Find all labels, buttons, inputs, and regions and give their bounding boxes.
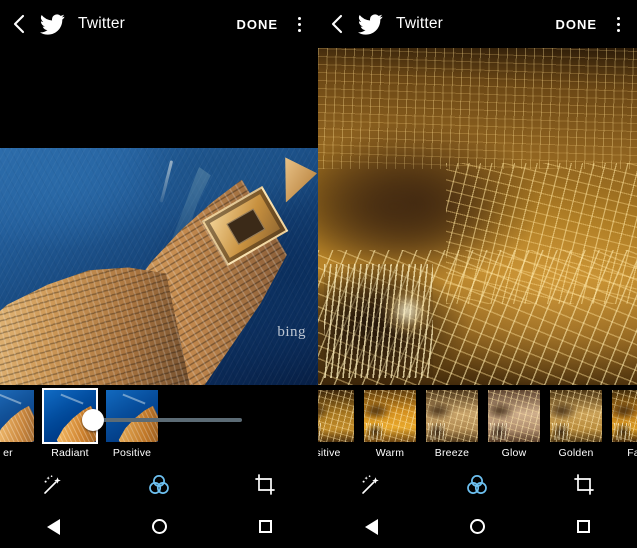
right-edit-toolbar: [318, 465, 637, 505]
filter-thumbnail[interactable]: Glow: [488, 390, 540, 459]
home-nav-button[interactable]: [424, 519, 530, 534]
twitter-bird-icon: [36, 11, 68, 37]
thumb-preview: [612, 390, 637, 442]
filter-thumbnail-image: [550, 390, 602, 442]
filter-thumbnail[interactable]: Golden: [550, 390, 602, 459]
back-nav-button[interactable]: [0, 518, 106, 535]
filter-thumbnail[interactable]: sitive: [318, 390, 354, 459]
slider-track: [96, 418, 242, 422]
enhance-tool-button[interactable]: [0, 465, 106, 505]
back-nav-button[interactable]: [318, 518, 424, 535]
filter-label: sitive: [318, 447, 341, 459]
app-title: Twitter: [396, 15, 444, 32]
thumb-preview: [0, 390, 34, 442]
filter-label: er: [3, 447, 13, 459]
dual-screenshot-comparison: Twitter DONE bing er Radiant Positive Tw…: [0, 0, 637, 548]
thumb-preview: [364, 390, 416, 442]
filter-thumbnail-image: [426, 390, 478, 442]
overflow-menu-icon[interactable]: [286, 9, 312, 39]
back-chevron-icon[interactable]: [324, 11, 350, 37]
left-photo-stage: bing: [0, 148, 318, 385]
bing-watermark: bing: [277, 324, 306, 340]
right-android-navbar: [318, 505, 637, 548]
filter-label: Positive: [112, 447, 152, 459]
left-android-navbar: [0, 505, 318, 548]
thumb-preview: [318, 390, 354, 442]
recents-nav-button[interactable]: [531, 520, 637, 533]
overflow-menu-icon[interactable]: [605, 9, 631, 39]
slider-thumb[interactable]: [82, 409, 104, 431]
filter-label: Warm: [375, 447, 405, 459]
filter-thumbnail[interactable]: Breeze: [426, 390, 478, 459]
city-core-glow: [381, 283, 433, 338]
filter-thumbnail-image: [488, 390, 540, 442]
left-screenshot-panel: Twitter DONE bing er Radiant Positive: [0, 0, 318, 548]
app-title: Twitter: [78, 15, 126, 32]
filter-thumbnail[interactable]: er: [0, 390, 34, 459]
recents-nav-button[interactable]: [212, 520, 318, 533]
left-app-bar: Twitter DONE: [0, 0, 318, 48]
done-button[interactable]: DONE: [228, 11, 286, 38]
enhance-tool-button[interactable]: [318, 465, 424, 505]
right-screenshot-panel: Twitter DONE sitive Warm Breeze Glow Golden F…: [318, 0, 637, 548]
thumb-preview: [488, 390, 540, 442]
twitter-bird-icon: [354, 11, 386, 37]
filter-thumbnail[interactable]: Warm: [364, 390, 416, 459]
filter-label: Fam: [627, 447, 637, 459]
right-app-bar: Twitter DONE: [318, 0, 637, 48]
aerial-coastal-town-photo: [0, 148, 318, 385]
back-chevron-icon[interactable]: [6, 11, 32, 37]
filter-label: Golden: [558, 447, 594, 459]
filter-thumbnail-image: [364, 390, 416, 442]
done-button[interactable]: DONE: [547, 11, 605, 38]
filter-label: Glow: [501, 447, 527, 459]
crop-tool-button[interactable]: [531, 465, 637, 505]
filter-label: Breeze: [434, 447, 470, 459]
aerial-night-cityscape-photo: [318, 48, 637, 385]
home-nav-button[interactable]: [106, 519, 212, 534]
filters-tool-button[interactable]: [424, 465, 530, 505]
left-slider-overlay: er Radiant Positive: [0, 385, 318, 465]
filter-intensity-slider[interactable]: [82, 406, 242, 434]
filters-tool-button[interactable]: [106, 465, 212, 505]
filter-thumbnail[interactable]: Fam: [612, 390, 637, 459]
filter-thumbnail-image: [0, 390, 34, 442]
filter-label: Radiant: [51, 447, 89, 459]
filter-thumbnail-image: [612, 390, 637, 442]
thumb-preview: [426, 390, 478, 442]
thumb-preview: [550, 390, 602, 442]
right-filter-strip[interactable]: sitive Warm Breeze Glow Golden Fam: [318, 385, 637, 465]
crop-tool-button[interactable]: [212, 465, 318, 505]
left-edit-toolbar: [0, 465, 318, 505]
filter-thumbnail-image: [318, 390, 354, 442]
right-photo-stage: [318, 48, 637, 385]
